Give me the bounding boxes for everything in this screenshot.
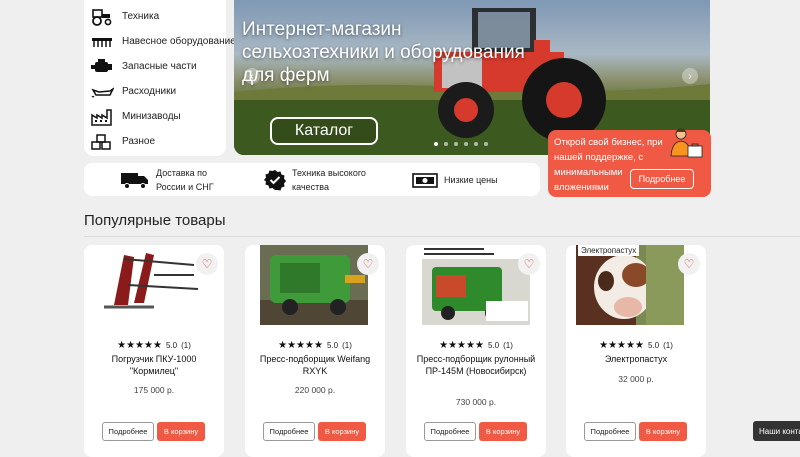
sidebar-item-label: Запасные части [122,61,197,72]
sidebar-item-label: Техника [122,11,160,22]
add-to-cart-button[interactable]: В корзину [479,422,527,441]
rating-value: 5.0 [487,341,500,350]
rating-stars-icon: ★★★★★ [439,340,484,351]
product-price: 220 000 р. [294,385,336,395]
rating-stars-icon: ★★★★★ [117,340,162,351]
sidebar-item-label: Расходники [122,86,177,97]
product-name[interactable]: Погрузчик ПКУ-1000 "Кормилец" [90,353,218,377]
product-card[interactable]: ♡ ★★★★★ 5.0 (1) Пресс-подборщик Weifang … [245,245,385,457]
add-to-cart-button[interactable]: В корзину [318,422,366,441]
sidebar-item-label: Разное [122,136,156,147]
product-card[interactable]: ♡ ★★★★★ 5.0 (1) Погрузчик ПКУ-1000 "Корм… [84,245,224,457]
hero-dot[interactable] [484,142,488,146]
more-button[interactable]: Подробнее [584,422,636,441]
rating-stars-icon: ★★★★★ [599,340,644,351]
hero-dot[interactable] [434,142,438,146]
more-button[interactable]: Подробнее [102,422,154,441]
sidebar-item-label: Минизаводы [122,111,181,122]
product-rating: ★★★★★ 5.0 (1) [245,340,385,351]
contacts-tab[interactable]: Наши конта [753,421,800,441]
product-image[interactable] [260,245,368,325]
businessman-icon [666,126,704,165]
rating-value: 5.0 [165,341,178,350]
product-card[interactable]: Электропастух ♡ ★★★★★ 5.0 (1) Электропас… [566,245,706,457]
favorite-heart-icon[interactable]: ♡ [196,253,218,275]
feature-quality: Техника высокого качества [264,163,372,196]
boxes-icon [90,133,114,151]
section-title: Популярные товары [84,212,226,229]
product-price: 730 000 р. [455,397,497,407]
sidebar-item-label: Навесное оборудование [122,36,236,47]
add-to-cart-button[interactable]: В корзину [157,422,205,441]
product-tag: Электропастух [578,245,640,256]
sidebar-item-consumables[interactable]: Расходники [90,79,220,104]
sidebar-item-attachments[interactable]: Навесное оборудование [90,29,236,54]
product-image[interactable] [422,245,530,325]
harrow-icon [90,33,114,51]
sidebar-item-miniplants[interactable]: Минизаводы [90,104,220,129]
feature-text: Техника высокого качества [292,167,366,192]
product-rating: ★★★★★ 5.0 (1) [84,340,224,351]
more-button[interactable]: Подробнее [263,422,315,441]
tractor-icon [90,8,114,26]
hero-dot[interactable] [454,142,458,146]
money-icon [412,171,438,189]
hero-title: Интернет-магазин сельхозтехники и оборуд… [242,19,525,86]
product-rating: ★★★★★ 5.0 (1) [406,340,546,351]
promo-more-button[interactable]: Подробнее [630,169,694,189]
product-price: 175 000 р. [133,385,175,395]
hero-dot[interactable] [464,142,468,146]
sidebar-item-parts[interactable]: Запасные части [90,54,220,79]
features-bar: Доставка по России и СНГ Техника высоког… [84,163,540,196]
hero-prev-arrow[interactable]: ‹ [244,68,260,84]
product-name[interactable]: Электропастух [572,353,700,365]
rating-count: (1) [663,341,673,350]
add-to-cart-button[interactable]: В корзину [639,422,687,441]
product-image[interactable] [576,245,684,325]
favorite-heart-icon[interactable]: ♡ [678,253,700,275]
rating-count: (1) [342,341,352,350]
hero-dot[interactable] [444,142,448,146]
product-name[interactable]: Пресс-подборщик рулонный ПР-145М (Новоси… [412,353,540,377]
factory-icon [90,108,114,126]
sidebar-item-misc[interactable]: Разное [90,129,220,154]
oil-can-icon [90,83,114,101]
hero-next-arrow[interactable]: › [682,68,698,84]
favorite-heart-icon[interactable]: ♡ [357,253,379,275]
rating-value: 5.0 [326,341,339,350]
feature-text: Доставка по России и СНГ [156,167,214,192]
feature-prices: Низкие цены [412,163,498,196]
feature-text: Низкие цены [444,174,498,185]
favorite-heart-icon[interactable]: ♡ [518,253,540,275]
engine-icon [90,58,114,76]
feature-delivery: Доставка по России и СНГ [120,163,236,196]
product-price: 32 000 р. [618,374,654,384]
truck-icon [120,171,150,189]
catalog-button[interactable]: Каталог [270,117,378,145]
rating-stars-icon: ★★★★★ [278,340,323,351]
business-promo: Открой свой бизнес, при нашей поддержке,… [548,128,711,197]
rating-count: (1) [503,341,513,350]
hero-dot[interactable] [474,142,478,146]
product-name[interactable]: Пресс-подборщик Weifang RXYK [251,353,379,377]
quality-badge-icon [264,169,286,191]
product-rating: ★★★★★ 5.0 (1) [566,340,706,351]
product-card[interactable]: ♡ ★★★★★ 5.0 (1) Пресс-подборщик рулонный… [406,245,546,457]
product-image[interactable] [94,245,202,325]
sidebar-item-tech[interactable]: Техника [90,4,220,29]
section-divider [84,236,800,237]
category-sidebar: Техника Навесное оборудование Запасные ч… [84,0,236,156]
rating-value: 5.0 [647,341,660,350]
rating-count: (1) [181,341,191,350]
hero-pagination [434,142,488,146]
more-button[interactable]: Подробнее [424,422,476,441]
